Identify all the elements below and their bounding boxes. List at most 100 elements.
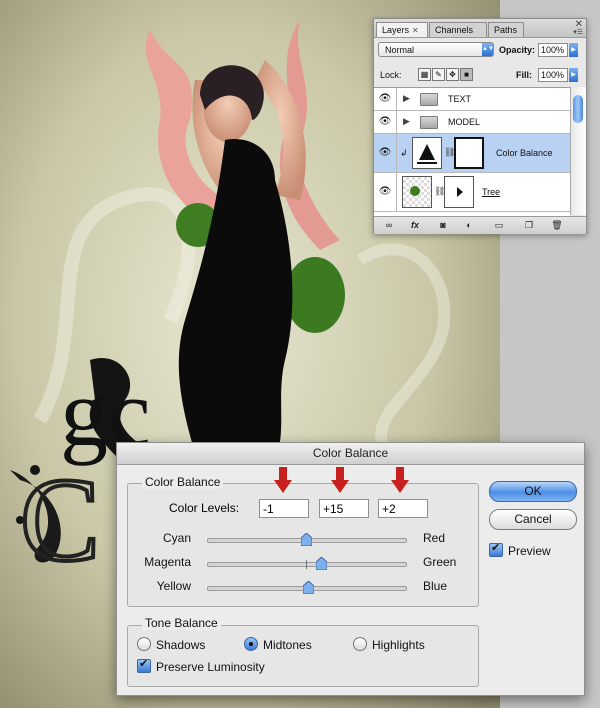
layer-list-scrollbar[interactable] bbox=[570, 87, 586, 215]
radio-button[interactable] bbox=[353, 637, 367, 651]
panel-menu-icon[interactable]: ▾☰ bbox=[573, 28, 583, 36]
checkbox-checked-icon[interactable] bbox=[137, 657, 151, 673]
radio-shadows[interactable]: Shadows bbox=[137, 637, 205, 652]
tree-mask-thumbnail[interactable] bbox=[444, 176, 474, 208]
link-layers-icon[interactable]: ∞ bbox=[382, 219, 396, 231]
mask-shape-icon bbox=[457, 187, 463, 197]
red-arrow-icon bbox=[274, 467, 292, 493]
radio-highlights[interactable]: Highlights bbox=[353, 637, 425, 652]
disclosure-triangle-icon[interactable]: ▶ bbox=[403, 93, 410, 104]
slider-left-label: Yellow bbox=[156, 579, 191, 593]
layer-row-color-balance[interactable]: 👁 ↲ ⛓ Color Balance bbox=[374, 134, 570, 173]
folder-icon bbox=[420, 93, 438, 106]
color-level-yellow-blue-input[interactable]: +2 bbox=[378, 499, 428, 518]
dialog-title: Color Balance bbox=[117, 443, 584, 465]
slider-right-label: Green bbox=[423, 555, 457, 569]
tab-paths-label: Paths bbox=[494, 25, 518, 35]
new-group-icon[interactable]: ▭ bbox=[492, 219, 506, 231]
lock-all-icon[interactable]: ■ bbox=[460, 68, 473, 81]
tone-balance-group bbox=[127, 625, 479, 687]
lock-label: Lock: bbox=[380, 70, 402, 80]
visibility-toggle[interactable]: 👁 bbox=[374, 88, 397, 110]
panel-tab-bar: Layers ✕ Channels Paths ✕ ▾☰ bbox=[374, 19, 586, 38]
eye-icon: 👁 bbox=[378, 147, 392, 158]
visibility-toggle[interactable]: 👁 bbox=[374, 134, 397, 172]
tab-close-icon[interactable]: ✕ bbox=[412, 26, 419, 35]
layer-row-tree[interactable]: 👁 ⛓ Tree bbox=[374, 173, 570, 212]
slider-track[interactable] bbox=[207, 557, 407, 570]
radio-button[interactable] bbox=[137, 637, 151, 651]
layer-list: 👁 ▶ TEXT 👁 ▶ MODEL 👁 ↲ ⛓ Color Balance 👁 bbox=[374, 87, 570, 216]
tab-layers-label: Layers bbox=[382, 25, 410, 35]
layers-panel: Layers ✕ Channels Paths ✕ ▾☰ Normal ▲▼ Op… bbox=[373, 18, 587, 234]
radio-label: Shadows bbox=[156, 638, 206, 652]
radio-label: Highlights bbox=[372, 638, 425, 652]
radio-button-selected[interactable] bbox=[244, 637, 258, 651]
layer-name: MODEL bbox=[448, 117, 481, 127]
fx-icon[interactable]: fx bbox=[408, 219, 422, 231]
slider-thumb-icon[interactable] bbox=[303, 581, 315, 594]
slider-cyan-red: Cyan Red bbox=[117, 531, 457, 547]
eye-icon: 👁 bbox=[378, 186, 392, 197]
adjustment-thumbnail[interactable] bbox=[412, 137, 442, 169]
trash-icon[interactable]: 🗑 bbox=[550, 219, 564, 231]
fill-arrow-icon[interactable]: ▶ bbox=[569, 68, 578, 82]
layer-name: Color Balance bbox=[496, 148, 553, 158]
add-mask-icon[interactable]: ◙ bbox=[436, 219, 450, 231]
select-arrows-icon: ▲▼ bbox=[482, 43, 494, 56]
layer-row-model[interactable]: 👁 ▶ MODEL bbox=[374, 111, 570, 134]
tone-balance-group-title: Tone Balance bbox=[142, 616, 221, 630]
visibility-toggle[interactable]: 👁 bbox=[374, 173, 397, 211]
tab-paths[interactable]: Paths bbox=[488, 22, 524, 37]
artwork-letters-bottom: C bbox=[20, 453, 100, 586]
layer-mask-thumbnail[interactable] bbox=[454, 137, 484, 169]
opacity-arrow-icon[interactable]: ▶ bbox=[569, 43, 578, 57]
layer-row-text[interactable]: 👁 ▶ TEXT bbox=[374, 88, 570, 111]
scrollbar-thumb[interactable] bbox=[573, 95, 583, 123]
color-level-cyan-red-input[interactable]: -1 bbox=[259, 499, 309, 518]
slider-left-label: Magenta bbox=[144, 555, 191, 569]
opacity-input[interactable]: 100% bbox=[538, 43, 568, 57]
tree-foliage bbox=[285, 257, 345, 333]
checkbox-checked-icon[interactable] bbox=[489, 541, 503, 557]
lock-position-icon[interactable]: ✥ bbox=[446, 68, 459, 81]
tree-icon bbox=[410, 186, 420, 196]
slider-right-label: Red bbox=[423, 531, 446, 545]
fill-input[interactable]: 100% bbox=[538, 68, 568, 82]
clipping-arrow-icon: ↲ bbox=[400, 148, 408, 158]
disclosure-triangle-icon[interactable]: ▶ bbox=[403, 116, 410, 127]
radio-midtones[interactable]: Midtones bbox=[244, 637, 312, 652]
ok-button[interactable]: OK bbox=[489, 481, 577, 502]
slider-yellow-blue: Yellow Blue bbox=[117, 579, 457, 595]
blend-mode-value: Normal bbox=[385, 45, 415, 55]
slider-track[interactable] bbox=[207, 581, 407, 594]
blend-mode-select[interactable]: Normal ▲▼ bbox=[378, 42, 494, 57]
radio-label: Midtones bbox=[263, 638, 312, 652]
panel-footer: ∞ fx ◙ ◐ ▭ ❐ 🗑 bbox=[374, 216, 586, 234]
cancel-button[interactable]: Cancel bbox=[489, 509, 577, 530]
lock-transparent-icon[interactable]: ▦ bbox=[418, 68, 431, 81]
color-level-magenta-green-input[interactable]: +15 bbox=[319, 499, 369, 518]
tab-channels[interactable]: Channels bbox=[429, 22, 487, 37]
preserve-luminosity-checkbox[interactable]: Preserve Luminosity bbox=[137, 657, 265, 674]
tree-layer-thumbnail[interactable] bbox=[402, 176, 432, 208]
tab-channels-label: Channels bbox=[435, 25, 474, 35]
adjustment-layer-icon[interactable]: ◐ bbox=[462, 219, 476, 231]
slider-thumb-icon[interactable] bbox=[316, 557, 328, 570]
balance-scale-icon bbox=[417, 144, 437, 164]
checkbox-label: Preview bbox=[508, 544, 551, 558]
preview-checkbox[interactable]: Preview bbox=[489, 541, 551, 558]
lock-image-icon[interactable]: ✎ bbox=[432, 68, 445, 81]
color-balance-group-title: Color Balance bbox=[142, 475, 224, 489]
layer-name: TEXT bbox=[448, 94, 472, 104]
fill-label: Fill: bbox=[516, 70, 532, 80]
slider-track[interactable] bbox=[207, 533, 407, 546]
new-layer-icon[interactable]: ❐ bbox=[522, 219, 536, 231]
visibility-toggle[interactable]: 👁 bbox=[374, 111, 397, 133]
folder-icon bbox=[420, 116, 438, 129]
color-levels-label: Color Levels: bbox=[169, 501, 240, 515]
eye-icon: 👁 bbox=[378, 116, 392, 127]
slider-thumb-icon[interactable] bbox=[300, 533, 312, 546]
lock-buttons: ▦ ✎ ✥ ■ bbox=[418, 68, 474, 81]
tab-layers[interactable]: Layers ✕ bbox=[376, 22, 428, 37]
